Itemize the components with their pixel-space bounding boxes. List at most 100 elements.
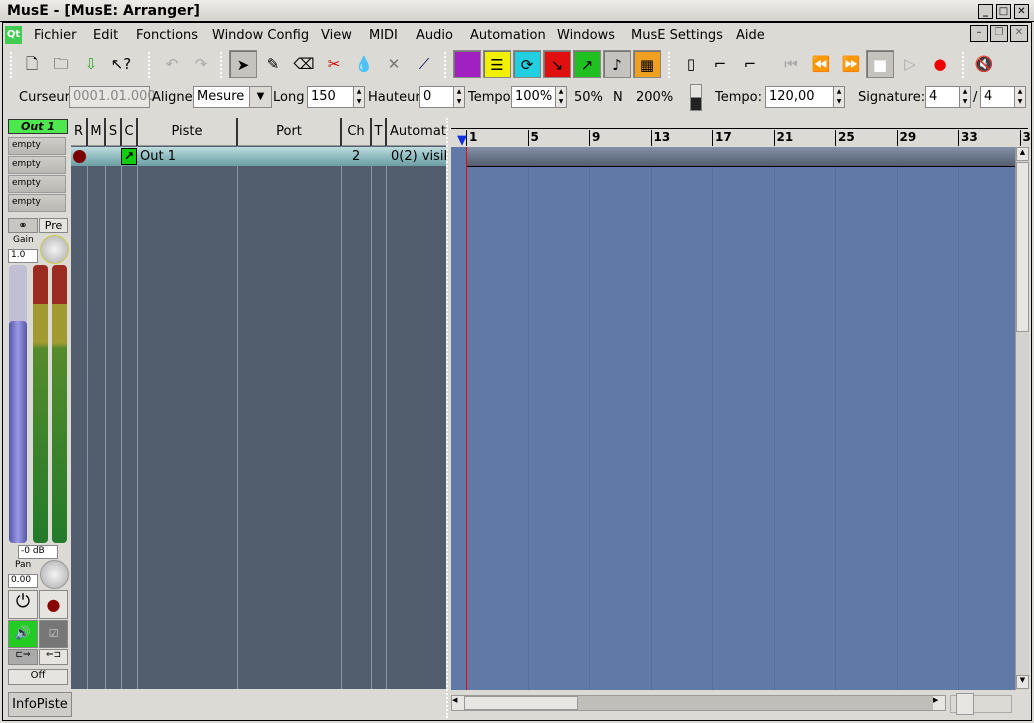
zoom-slider-handle[interactable] bbox=[956, 693, 974, 715]
menu-audio[interactable]: Audio bbox=[416, 28, 453, 43]
tempo-percent-spinbox[interactable]: 100% ▲ ▼ bbox=[511, 86, 567, 108]
header-track[interactable]: Piste bbox=[138, 118, 238, 146]
menu-fichier[interactable]: Fichier bbox=[34, 28, 77, 43]
output-routing-icon[interactable]: ⇐⊐ bbox=[39, 649, 68, 665]
spin-arrows-icon[interactable]: ▲ ▼ bbox=[1014, 87, 1025, 107]
height-spinbox[interactable]: 0 ▲ ▼ bbox=[419, 86, 465, 108]
fast-forward-icon[interactable]: ⏩ bbox=[837, 50, 865, 78]
eraser-tool-icon[interactable]: ⌫ bbox=[290, 50, 318, 78]
track-row[interactable]: ↗ Out 1 2 0(2) visib bbox=[71, 147, 446, 166]
zoom-slider[interactable] bbox=[950, 693, 1012, 715]
menu-fonctions[interactable]: Fonctions bbox=[136, 28, 198, 43]
loop-icon[interactable]: ⟳ bbox=[513, 50, 541, 78]
ruler-bar-label[interactable]: 33 bbox=[958, 130, 978, 146]
pan-field[interactable]: 0.00 bbox=[8, 574, 38, 588]
scissors-tool-icon[interactable]: ✂ bbox=[320, 50, 348, 78]
stop-icon[interactable]: ■ bbox=[866, 50, 894, 78]
track-automation[interactable]: 0(2) visib bbox=[391, 149, 446, 164]
ruler-bar-label[interactable]: 5 bbox=[527, 130, 539, 146]
header-automation[interactable]: Automatic bbox=[387, 118, 446, 146]
menu-midi[interactable]: MIDI bbox=[369, 28, 398, 43]
pencil-tool-icon[interactable]: ✎ bbox=[259, 50, 287, 78]
scroll-right-icon[interactable]: ▶ bbox=[933, 696, 945, 710]
header-channel[interactable]: Ch bbox=[342, 118, 372, 146]
qt-logo-icon[interactable]: Qt bbox=[5, 26, 22, 44]
effect-slot[interactable]: empty bbox=[8, 175, 66, 193]
scroll-thumb[interactable] bbox=[1016, 162, 1029, 332]
spin-arrows-icon[interactable]: ▲ ▼ bbox=[353, 87, 364, 107]
header-solo[interactable]: S bbox=[106, 118, 122, 146]
mute-tool-icon[interactable]: ✕ bbox=[380, 50, 408, 78]
playhead-cursor[interactable] bbox=[466, 147, 467, 690]
menu-edit[interactable]: Edit bbox=[93, 28, 118, 43]
master-track-icon[interactable] bbox=[690, 84, 702, 111]
ruler-bar-label[interactable]: 1 bbox=[466, 130, 477, 146]
menu-view[interactable]: View bbox=[321, 28, 352, 43]
gain-field[interactable]: 1.0 bbox=[8, 249, 38, 263]
header-record[interactable]: R bbox=[71, 118, 88, 146]
spin-arrows-icon[interactable]: ▲ ▼ bbox=[453, 87, 464, 107]
scroll-left-icon[interactable]: ◀ bbox=[452, 696, 464, 710]
toolbar-handle[interactable] bbox=[668, 52, 671, 78]
play-icon[interactable]: ▷ bbox=[896, 50, 924, 78]
scroll-up-icon[interactable]: ▲ bbox=[1016, 147, 1029, 161]
spin-arrows-icon[interactable]: ▲ ▼ bbox=[555, 87, 566, 107]
ruler-bar-label[interactable]: 9 bbox=[589, 130, 600, 146]
ruler-bar-label[interactable]: 13 bbox=[650, 130, 670, 146]
spin-arrows-icon[interactable]: ▲ ▼ bbox=[833, 87, 844, 107]
length-spinbox[interactable]: 150 ▲ ▼ bbox=[307, 86, 365, 108]
tempo-50-button[interactable]: 50% bbox=[574, 90, 603, 105]
ruler-bar-label[interactable]: 3 bbox=[1019, 130, 1031, 146]
gain-knob[interactable] bbox=[40, 235, 69, 264]
input-routing-icon[interactable]: ↘ bbox=[543, 50, 571, 78]
menu-automation[interactable]: Automation bbox=[470, 28, 546, 43]
ruler-bar-label[interactable]: 21 bbox=[773, 130, 793, 146]
output-routing-icon[interactable]: ↗ bbox=[573, 50, 601, 78]
strip-name-label[interactable]: Out 1 bbox=[8, 119, 68, 134]
menu-muse-settings[interactable]: MusE Settings bbox=[631, 28, 723, 43]
ruler-bar-label[interactable]: 17 bbox=[712, 130, 732, 146]
speaker-muted-icon[interactable]: 🔇 bbox=[970, 50, 998, 78]
save-file-icon[interactable]: ⇩ bbox=[77, 50, 105, 78]
mdi-restore-button[interactable]: ❐ bbox=[990, 25, 1008, 42]
automation-mode-button[interactable]: Off bbox=[8, 669, 68, 685]
ruler-bar-label[interactable]: 29 bbox=[896, 130, 916, 146]
tempo-spinbox[interactable]: 120,00 ▲ ▼ bbox=[765, 86, 845, 108]
minimize-button[interactable]: _ bbox=[978, 4, 993, 19]
redo-icon[interactable]: ↷ bbox=[187, 50, 215, 78]
horizontal-scrollbar[interactable]: ◀ ▶ bbox=[451, 695, 946, 711]
record-arm-icon[interactable]: ● bbox=[39, 590, 68, 619]
maximize-button[interactable]: □ bbox=[996, 4, 1011, 19]
input-routing-icon[interactable]: ⊏⇒ bbox=[8, 649, 38, 665]
tempo-normal-button[interactable]: N bbox=[613, 90, 623, 105]
wave-editor-icon[interactable] bbox=[453, 50, 481, 78]
effect-slot[interactable]: empty bbox=[8, 156, 66, 174]
chevron-down-icon[interactable]: ▼ bbox=[249, 87, 271, 107]
solo-icon[interactable]: ☑ bbox=[39, 620, 68, 648]
list-editor-icon[interactable]: ☰ bbox=[483, 50, 511, 78]
step-down-icon[interactable]: ⌐ bbox=[706, 50, 734, 78]
volume-slider[interactable] bbox=[9, 265, 27, 543]
step-up-icon[interactable]: ⌐ bbox=[736, 50, 764, 78]
hscroll-thumb[interactable] bbox=[464, 696, 578, 710]
stereo-toggle-icon[interactable]: ⚭ bbox=[8, 218, 38, 233]
tempo-200-button[interactable]: 200% bbox=[636, 90, 673, 105]
glue-tool-icon[interactable]: 💧 bbox=[350, 50, 378, 78]
pan-knob[interactable] bbox=[40, 560, 69, 589]
menu-aide[interactable]: Aide bbox=[736, 28, 765, 43]
menu-window-config[interactable]: Window Config bbox=[212, 28, 309, 43]
signature-denominator[interactable]: 4 ▲ ▼ bbox=[980, 86, 1026, 108]
panic-icon[interactable]: ▯ bbox=[677, 50, 705, 78]
info-track-button[interactable]: InfoPiste bbox=[8, 692, 72, 717]
toolbar-handle[interactable] bbox=[444, 52, 447, 78]
toolbar-handle[interactable] bbox=[148, 52, 151, 78]
header-port[interactable]: Port bbox=[238, 118, 342, 146]
toolbar-handle[interactable] bbox=[220, 52, 223, 78]
snap-select[interactable]: Mesure ▼ bbox=[193, 86, 272, 108]
ruler-bar-label[interactable]: 25 bbox=[835, 130, 855, 146]
open-file-icon[interactable]: 🗀 bbox=[47, 50, 75, 78]
vertical-scrollbar[interactable]: ▲ ▼ bbox=[1015, 147, 1029, 690]
splitter-handle[interactable] bbox=[446, 118, 450, 718]
playhead-marker-icon[interactable]: ▼ bbox=[457, 133, 467, 148]
piano-roll-icon[interactable]: ▦ bbox=[633, 50, 661, 78]
